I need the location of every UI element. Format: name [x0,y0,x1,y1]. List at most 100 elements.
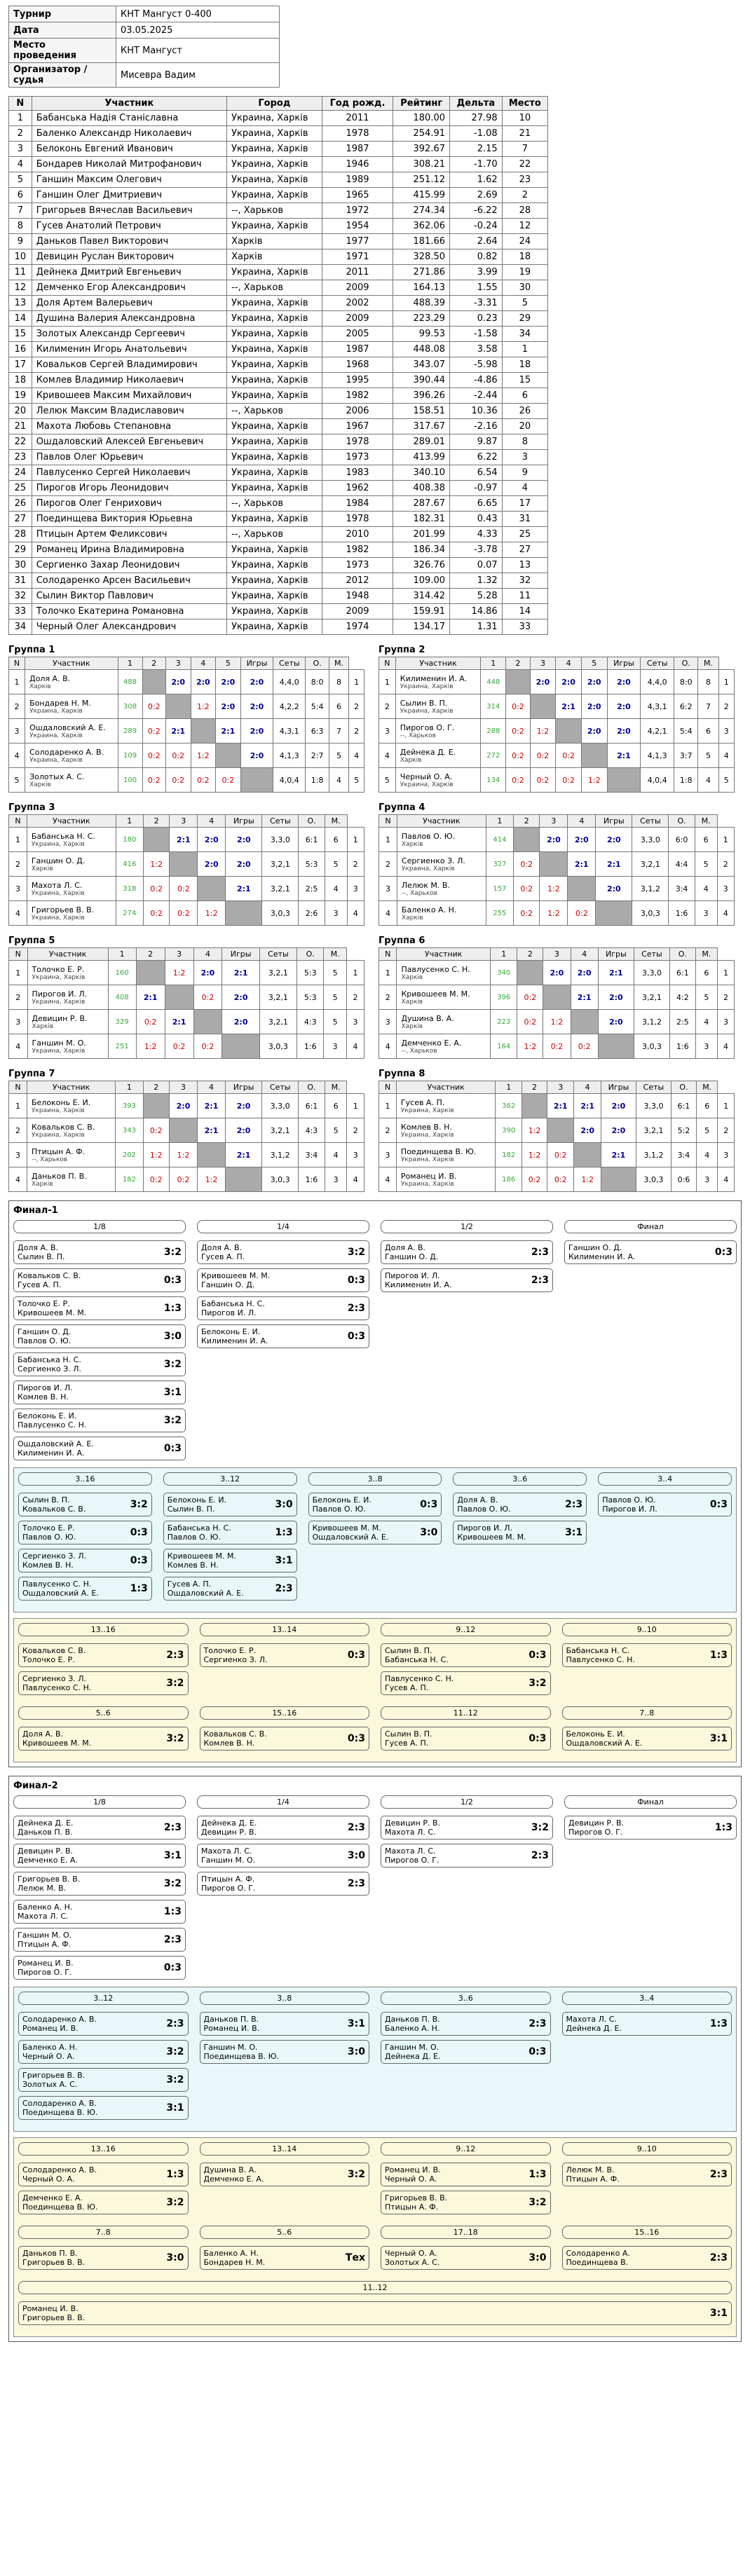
group-games: 4,0,4 [640,767,675,793]
group-header: 3 [547,1081,575,1094]
match-score: 3:2 [163,1878,182,1889]
player-cell: Махота Любовь Степановна [31,418,228,434]
match-players: Сылин В. П. Гусев А. П. [385,1729,432,1748]
match-players: Романец И. В. Пирогов О. Г. [18,1959,74,1977]
tournament-info-table: Турнир КНТ Мангуст 0-400 Дата 03.05.2025 Мес… [8,6,280,88]
match-player-a: Пирогов И. Л. [385,1271,440,1280]
group-header: 3 [169,814,198,828]
group-player: Доля А. В. Харків [25,669,118,694]
group-player-name: Доля А. В. [29,673,71,683]
player-cell: Григорьев Вячеслав Васильевич [31,203,228,219]
player-cell: Украина, Харків [226,542,322,558]
player-cell: 1983 [321,465,394,481]
bracket-match: Лелюк М. В. Птицын А. Ф. 2:3 [561,2163,732,2186]
player-cell: 4 [501,480,549,496]
group-place: 4 [717,1167,735,1192]
match-score: 3:2 [166,1678,184,1689]
info-row: Место проведения КНТ Мангуст [8,38,280,63]
group-row: 3 Душина В. А. Харків 223 0:2 1:2 2:0 3,1,2 2:5 4… [378,1009,735,1034]
match-player-b: Ошдаловский А. Е. [312,1533,389,1542]
player-cell: 33 [501,619,549,635]
group-row: 2 Сылин В. П. Украина, Харків 314 0:2 2:1 2:0 2… [379,694,735,719]
player-cell: -0.24 [449,218,503,234]
group-sets: 6:1 [670,1093,697,1118]
match-score: 3:0 [166,2252,184,2263]
group-player-rating: 327 [485,851,514,877]
player-cell: 8 [501,434,549,450]
bracket-match: Душина В. А. Демченко Е. А. 3:2 [199,2163,369,2186]
bracket-round: 1/8 Доля А. В. Сылин В. П. 3:2 Ковальков С. … [13,1220,186,1460]
match-score: 3:1 [709,1733,728,1744]
match-player-a: Ковальков С. В. [203,1729,267,1739]
group-games: 4,1,3 [273,743,306,768]
places-block: 9..10 Лелюк М. В. Птицын А. Ф. 2:3 [561,2142,732,2214]
group-header: 1 [107,947,137,961]
group-row-number: 3 [379,876,397,901]
group-player-rating: 408 [107,985,137,1010]
group-result-cell [190,718,217,744]
group-place: 4 [716,900,735,926]
group-player: Кривошеев М. М. Харків [396,985,491,1010]
group-header: N [379,657,396,670]
group-result-cell: 2:0 [606,669,641,694]
match-player-b: Сылин В. П. [18,1252,65,1261]
match-players: Махота Л. С. Дейнека Д. Е. [566,2015,622,2033]
group-result-cell [517,960,544,985]
match-score: 1:3 [275,1527,293,1538]
group-title: Группа 3 [8,802,55,813]
group-games: 3,2,1 [261,851,299,877]
group-header: Сеты [261,814,299,828]
group-place: 1 [716,827,735,852]
group-table: N Участник 1 2 3 4 Игры Сеты О. М. 1 Павлусенко С. … [378,947,735,1059]
match-players: Сылин В. П. Ковальков С. В. [22,1495,86,1514]
player-cell: 1948 [321,588,394,604]
group-sets: 8:0 [674,669,699,694]
group-result-cell: 1:2 [539,900,568,926]
group-sets: 4:3 [298,1118,325,1143]
match-player-a: Сылин В. П. [385,1646,432,1655]
group-games: 3,0,3 [261,1167,299,1192]
group-result-cell [197,876,226,901]
player-cell: 17 [501,495,549,512]
group-place: 1 [348,669,364,694]
group-player-city: Украина, Харків [32,973,86,981]
match-player-b: Пирогов И. Л. [602,1505,657,1514]
group-player-city: Харків [400,756,422,764]
group-result-cell [505,669,531,694]
group-player-rating: 272 [480,743,507,768]
group-games: 3,2,1 [259,960,298,985]
group-player: Пирогов И. Л. Украина, Харків [27,985,109,1010]
match-player-a: Белоконь Е. И. [201,1327,261,1336]
match-players: Белоконь Е. И. Килименин И. А. [201,1327,268,1345]
group-header: М. [694,814,718,828]
match-players: Толочко Е. Р. Павлов О. Ю. [22,1523,76,1542]
match-player-b: Поединщева В. Ю. [203,2052,279,2061]
bracket-match: Григорьев В. В. Лелюк М. В. 3:2 [13,1872,186,1896]
match-score: 0:3 [420,1499,438,1510]
match-player-a: Белоконь Е. И. [566,1729,625,1739]
places-block: 9..10 Бабанська Н. С. Павлусенко С. Н. 1:3 [561,1623,732,1695]
player-cell: Лелюк Максим Владиславович [31,403,228,419]
group-place: 5 [348,767,364,793]
places-block: 5..6 Доля А. В. Кривошеев М. М. 3:2 [18,1706,189,1751]
group-result-cell [193,1009,223,1034]
group-header: 4 [190,657,217,670]
player-cell: 7 [8,203,32,219]
group-player-city: Украина, Харків [32,998,86,1006]
group-block: Группа 1 N Участник 1 2 3 4 5 Игры Сеты О. М. 1 Доля … [8,643,364,793]
group-result-cell: 1:2 [142,1142,170,1167]
final-1-extra: 3..16 Сылин В. П. Ковальков С. В. 3:2 Толочк… [13,1467,737,1612]
group-result-cell: 2:0 [539,827,568,852]
info-row: Организатор / судья Мисевра Вадим [8,62,280,88]
bracket-match: Сергиенко З. Л. Комлев В. Н. 0:3 [18,1549,152,1573]
player-cell: Украина, Харків [226,588,322,604]
info-label: Дата [8,22,116,39]
group-player-name: Баленко А. Н. [401,905,457,914]
player-cell: 23 [501,172,549,188]
bracket-match: Сылин В. П. Ковальков С. В. 3:2 [18,1493,152,1516]
player-row: 28 Птицын Артем Феликсович --, Харьков 2010… [8,526,549,542]
bracket-match: Баленко А. Н. Бондарев Н. М. Тех [199,2246,369,2270]
match-score: 0:3 [163,1443,182,1454]
match-player-a: Бабанська Н. С. [201,1299,265,1308]
group-player-rating: 182 [115,1167,144,1192]
